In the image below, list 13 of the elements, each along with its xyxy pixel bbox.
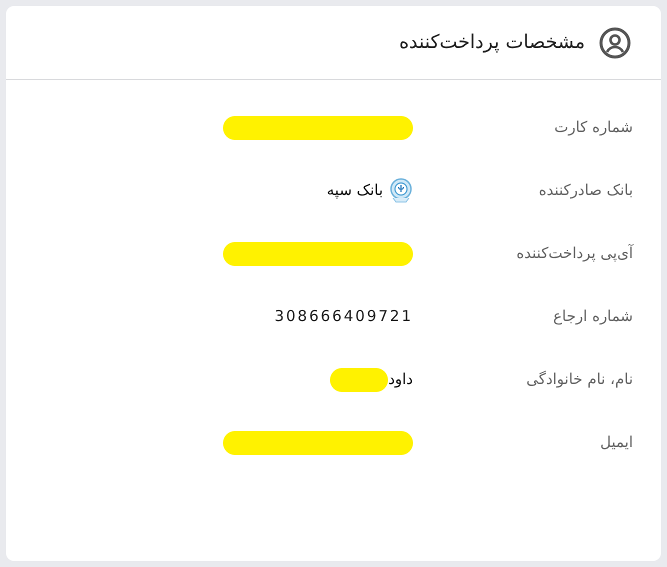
- redaction-mark: [330, 368, 388, 392]
- field-label: شماره کارت: [553, 117, 633, 138]
- field-label: بانک صادرکننده: [538, 180, 633, 202]
- card-title: مشخصات پرداخت‌کننده: [399, 30, 585, 56]
- bank-name: بانک سپه: [326, 180, 383, 202]
- field-label: آی‌پی پرداخت‌کننده: [515, 243, 633, 264]
- field-label: نام، نام خانوادگی: [525, 369, 633, 390]
- reference-number: 308666409721: [274, 306, 413, 328]
- field-label: شماره ارجاع: [552, 306, 633, 328]
- field-label: ایمیل: [599, 432, 633, 454]
- user-icon: [599, 26, 631, 58]
- name-value: داود: [388, 369, 413, 390]
- bank-logo-icon: [389, 178, 413, 204]
